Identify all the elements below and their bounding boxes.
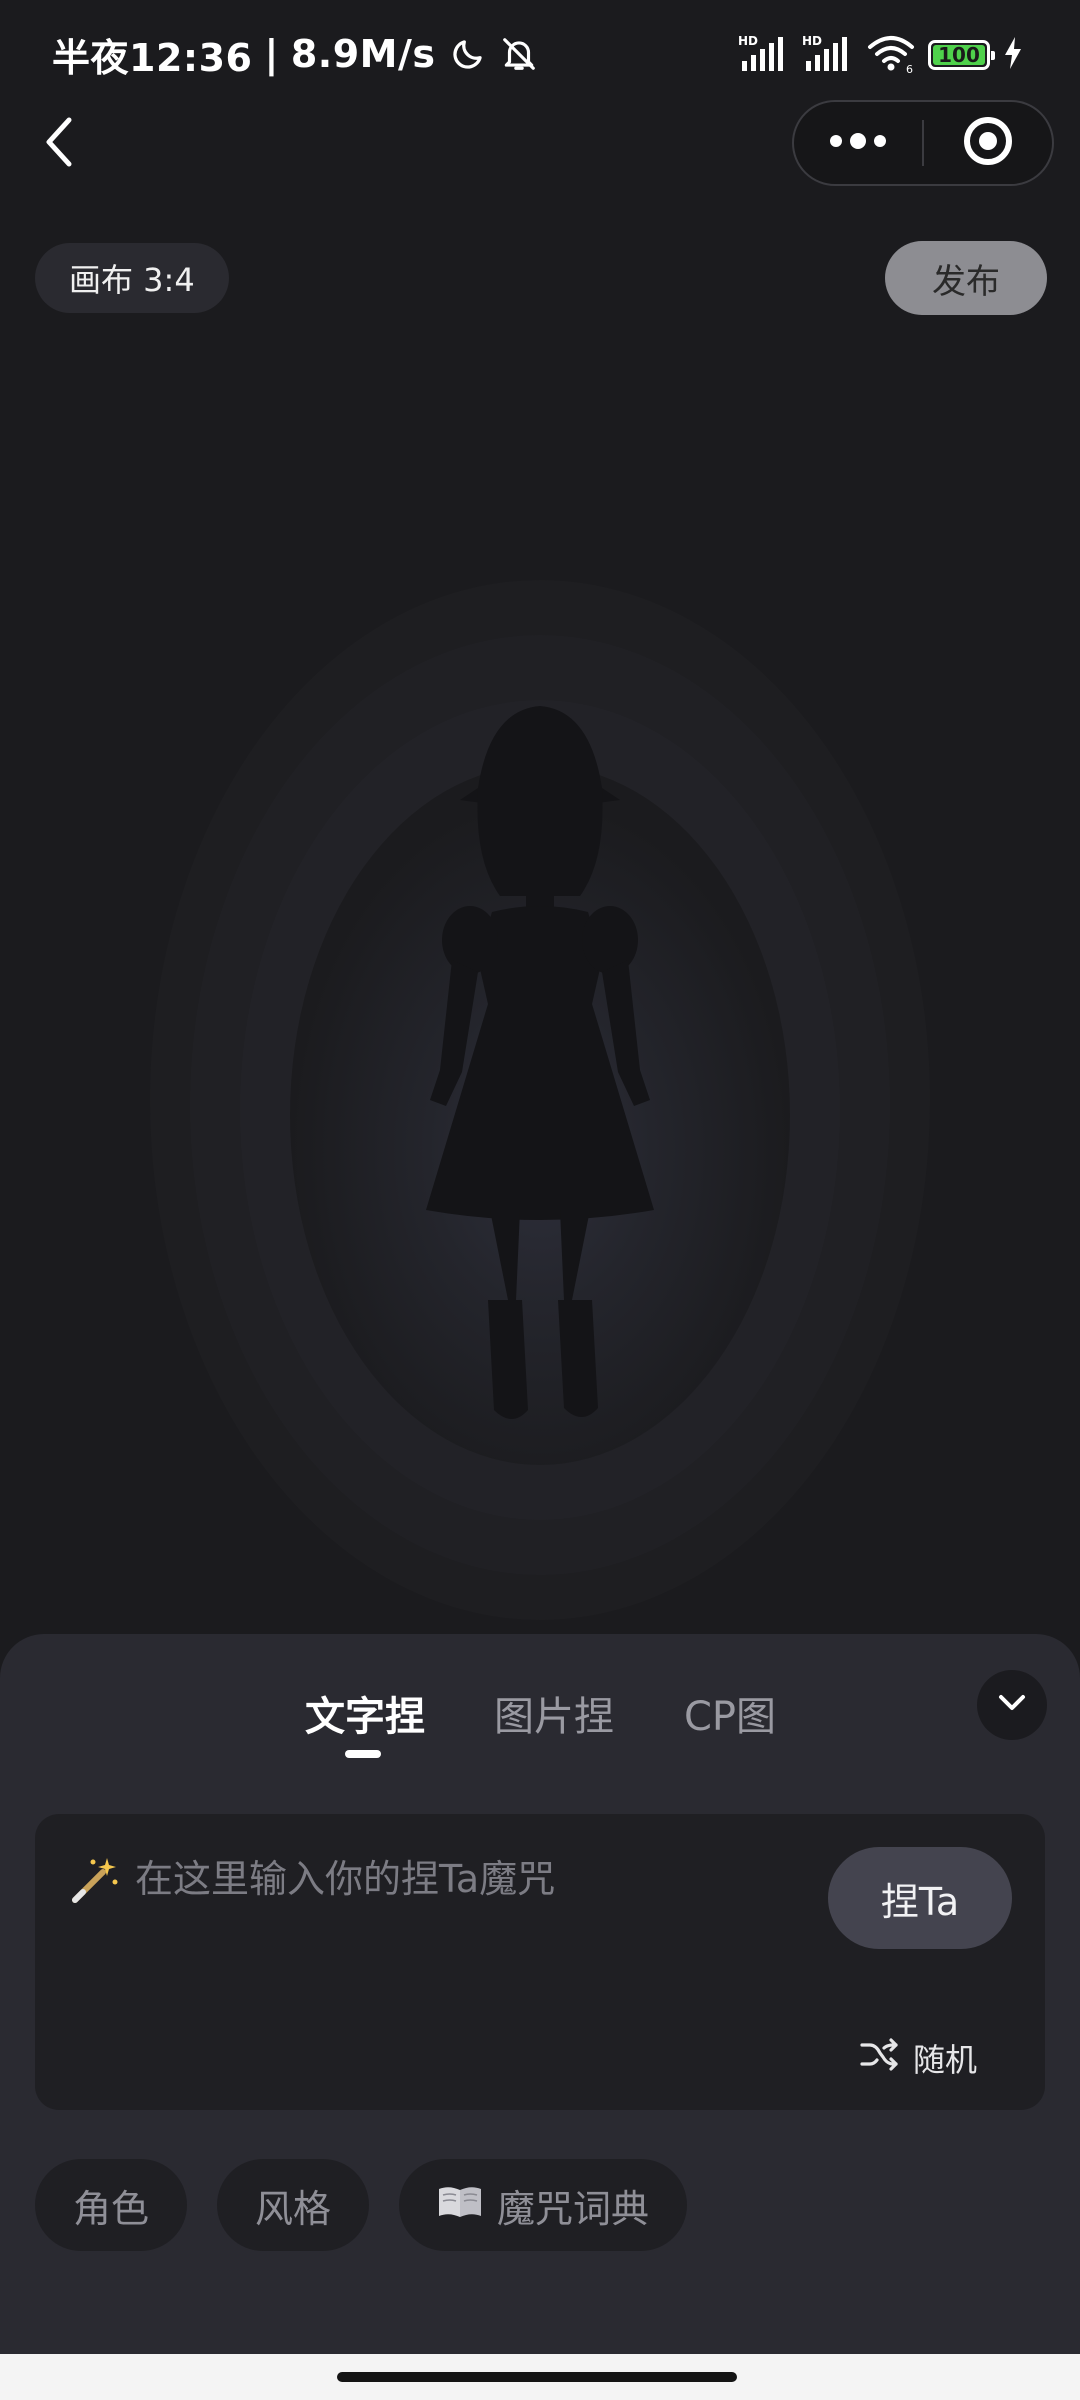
prompt-box: 捏Ta 随机 [35, 1814, 1045, 2110]
status-separator: | [264, 32, 279, 76]
character-silhouette-illustration [150, 580, 930, 1620]
target-circle-icon [962, 115, 1014, 171]
chevron-left-icon [43, 116, 73, 172]
random-label: 随机 [913, 2041, 978, 2079]
hd-signal-icon: HD [802, 33, 854, 77]
more-button[interactable] [794, 102, 922, 184]
bell-off-icon [500, 35, 538, 73]
shuffle-icon [859, 2036, 899, 2080]
chip-style-label: 风格 [255, 2186, 332, 2231]
moon-icon [450, 36, 486, 72]
magic-wand-icon [69, 1854, 121, 1906]
character-placeholder [0, 300, 1080, 1630]
battery-icon: 100 [928, 40, 995, 70]
status-bar: 半夜12:36 | 8.9M/s HD HD 6 100 [0, 0, 1080, 100]
back-button[interactable] [36, 112, 80, 176]
tab-image-create[interactable]: 图片捏 [494, 1684, 614, 1742]
home-indicator[interactable] [337, 2372, 737, 2382]
svg-text:HD: HD [738, 34, 758, 48]
collapse-panel-button[interactable] [977, 1670, 1047, 1740]
tab-text-create[interactable]: 文字捏 [305, 1684, 425, 1742]
chip-spell-dictionary[interactable]: 魔咒词典 [399, 2159, 688, 2251]
tab-cp-image[interactable]: CP图 [684, 1684, 776, 1742]
random-button[interactable]: 随机 [859, 2030, 977, 2086]
status-time: 半夜12:36 [52, 35, 253, 80]
close-button[interactable] [924, 102, 1052, 184]
network-speed: 8.9M/s [290, 32, 436, 76]
hd-signal-icon: HD [738, 33, 790, 77]
prompt-input[interactable] [133, 1848, 737, 1910]
tab-active-indicator [345, 1750, 381, 1758]
create-button[interactable]: 捏Ta [828, 1847, 1012, 1949]
screen: 半夜12:36 | 8.9M/s HD HD 6 100 画布 3:4 发布 文… [0, 0, 1080, 2400]
chip-character[interactable]: 角色 [35, 2159, 188, 2251]
chip-spell-dictionary-label: 魔咒词典 [497, 2186, 650, 2231]
chip-style[interactable]: 风格 [217, 2159, 370, 2251]
bottom-panel: 文字捏 图片捏 CP图 捏Ta [0, 1634, 1080, 2354]
mini-program-capsule [792, 100, 1054, 186]
prompt-chips: 角色 风格 魔咒词典 [35, 2159, 688, 2251]
charging-icon [1002, 36, 1024, 74]
chip-character-label: 角色 [73, 2186, 150, 2231]
svg-text:6: 6 [906, 63, 913, 73]
gesture-bar-area [0, 2354, 1080, 2400]
status-left: 半夜12:36 | 8.9M/s [52, 26, 538, 82]
book-icon [437, 2183, 483, 2228]
chevron-down-icon [998, 1694, 1026, 1716]
status-right: HD HD 6 100 [738, 30, 1024, 80]
more-dots-icon [828, 131, 888, 155]
svg-text:HD: HD [802, 34, 822, 48]
wifi-icon: 6 [866, 33, 916, 77]
mode-tabs: 文字捏 图片捏 CP图 [0, 1684, 1080, 1764]
battery-level: 100 [938, 43, 980, 67]
